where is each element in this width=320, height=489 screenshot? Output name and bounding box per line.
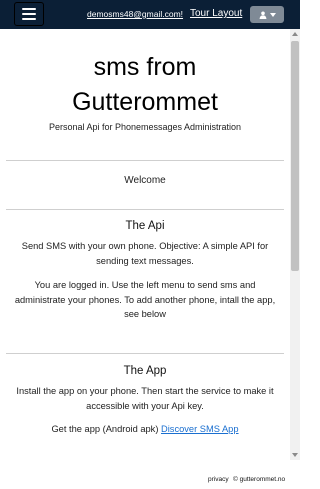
page-footer: privacy © gutterommet.no [0, 460, 300, 489]
user-icon [259, 11, 266, 19]
divider [6, 353, 284, 354]
page-title-line2: Gutterommet [72, 88, 218, 116]
hamburger-menu-icon [22, 8, 36, 10]
caret-down-icon [269, 12, 276, 17]
app-download-text: Get the app (Android apk) Discover SMS A… [12, 422, 278, 437]
tour-layout-link[interactable]: Tour Layout [190, 8, 242, 19]
scroll-down-arrow-icon[interactable] [290, 450, 300, 460]
page-title-line1: sms from [93, 53, 197, 81]
menu-toggle-button[interactable] [14, 2, 44, 26]
discover-sms-app-link[interactable]: Discover SMS App [161, 424, 239, 434]
app-description: Install the app on your phone. Then star… [16, 386, 274, 411]
app-section-title: The App [123, 365, 167, 377]
divider [6, 160, 284, 161]
hamburger-bar [22, 13, 36, 15]
hamburger-bar [22, 18, 36, 20]
welcome-text: Welcome [124, 175, 166, 186]
api-instructions: You are logged in. Use the left menu to … [14, 280, 276, 319]
api-section-title: The Api [125, 220, 165, 232]
user-dropdown-button[interactable] [250, 6, 284, 23]
app-download-prefix: Get the app (Android apk) [51, 424, 162, 434]
account-email-link[interactable]: demosms48@gmail.com! [87, 9, 183, 19]
divider [6, 209, 284, 210]
api-description: Send SMS with your own phone. Objective:… [21, 241, 269, 266]
scroll-up-arrow-icon[interactable] [290, 29, 300, 39]
top-navbar: demosms48@gmail.com! Tour Layout [0, 0, 300, 29]
privacy-link[interactable]: privacy [208, 476, 229, 483]
vertical-scrollbar[interactable] [290, 29, 300, 460]
copyright-text: © gutterommet.no [233, 476, 286, 483]
page-subtitle: Personal Api for Phonemessages Administr… [48, 122, 242, 132]
scrollbar-thumb[interactable] [291, 41, 299, 271]
